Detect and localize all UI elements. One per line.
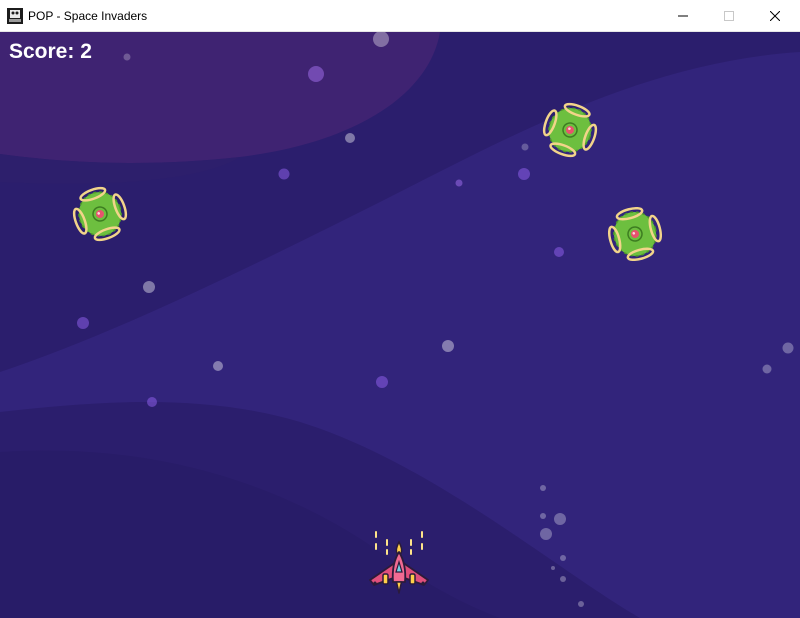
maximize-icon: [724, 11, 734, 21]
alien-invader-icon: [542, 102, 598, 158]
score-value: 2: [80, 40, 92, 63]
minimize-icon: [678, 15, 688, 17]
window-title: POP - Space Invaders: [28, 9, 148, 23]
player-spaceship-icon[interactable]: [366, 530, 432, 596]
minimize-button[interactable]: [660, 0, 706, 32]
alien-invader-icon: [72, 186, 128, 242]
close-button[interactable]: [752, 0, 798, 32]
game-canvas[interactable]: Score: 2: [0, 32, 800, 618]
close-icon: [770, 11, 780, 21]
score-label: Score:: [9, 40, 81, 63]
title-bar: POP - Space Invaders: [0, 0, 800, 32]
score-display: Score: 2: [9, 40, 92, 64]
maximize-button[interactable]: [706, 0, 752, 32]
app-icon: [7, 8, 23, 24]
alien-invader-icon: [607, 206, 663, 262]
game-window: POP - Space Invaders Score: 2: [0, 0, 800, 618]
